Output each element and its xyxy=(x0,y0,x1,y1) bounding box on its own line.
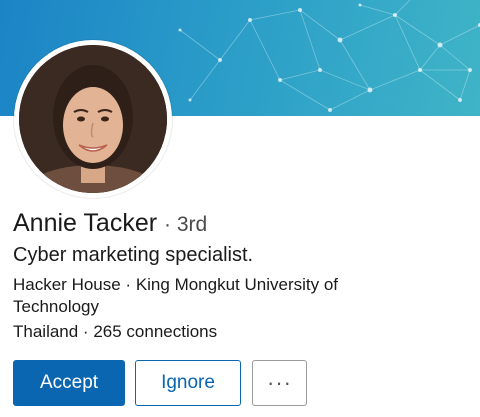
more-options-icon: ··· xyxy=(267,370,292,395)
profile-photo-frame[interactable] xyxy=(14,40,172,198)
ignore-button[interactable]: Ignore xyxy=(135,360,241,406)
avatar-illustration xyxy=(19,45,167,193)
profile-location-connections: Thailand · 265 connections xyxy=(13,322,218,341)
accept-button[interactable]: Accept xyxy=(13,360,125,406)
profile-name-line: Annie Tacker · 3rd xyxy=(13,208,207,240)
profile-name[interactable]: Annie Tacker xyxy=(13,209,157,237)
profile-organizations: Hacker House · King Mongkut University o… xyxy=(13,275,339,316)
profile-headline: Cyber marketing specialist. xyxy=(13,244,254,266)
more-options-button[interactable]: ··· xyxy=(252,360,307,406)
profile-photo[interactable] xyxy=(19,45,167,193)
connection-degree: · 3rd xyxy=(164,213,208,236)
